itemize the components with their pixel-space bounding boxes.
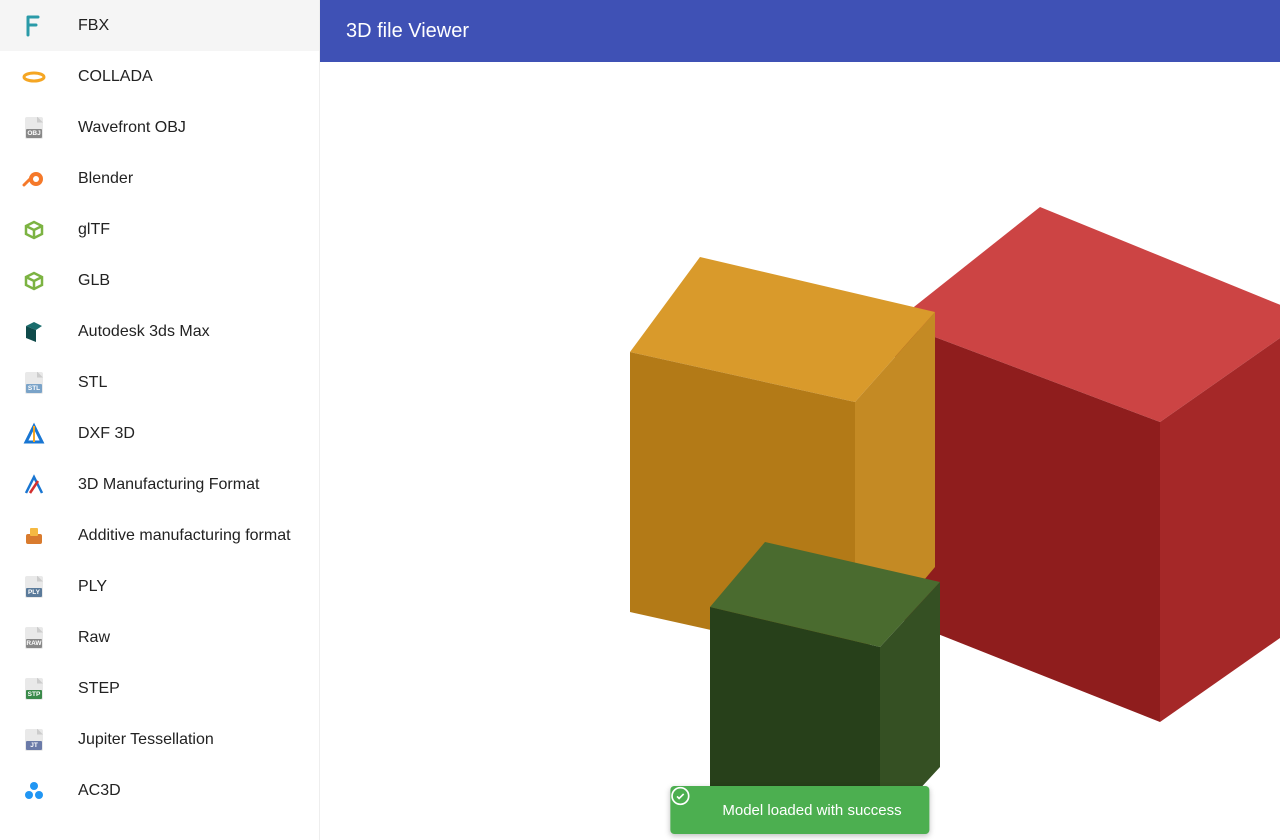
sidebar-item-wavefront-obj[interactable]: OBJ Wavefront OBJ bbox=[0, 102, 319, 153]
gltf-icon bbox=[18, 265, 50, 297]
step-icon: STP bbox=[18, 673, 50, 705]
sidebar-item-additive-manufacturing-format[interactable]: Additive manufacturing format bbox=[0, 510, 319, 561]
sidebar-item-label: 3D Manufacturing Format bbox=[78, 476, 259, 494]
sidebar-item-label: Jupiter Tessellation bbox=[78, 731, 214, 749]
sidebar-item-label: AC3D bbox=[78, 782, 121, 800]
sidebar-item-gltf[interactable]: glTF bbox=[0, 204, 319, 255]
obj-icon: OBJ bbox=[18, 112, 50, 144]
ply-icon: PLY bbox=[18, 571, 50, 603]
3ds-icon bbox=[18, 316, 50, 348]
app-title: 3D file Viewer bbox=[346, 20, 469, 43]
collada-icon bbox=[18, 61, 50, 93]
sidebar-item-autodesk-3ds-max[interactable]: Autodesk 3ds Max bbox=[0, 306, 319, 357]
status-toast: Model loaded with success bbox=[670, 786, 929, 834]
blender-icon bbox=[18, 163, 50, 195]
fbx-icon bbox=[18, 10, 50, 42]
sidebar-item-ply[interactable]: PLY PLY bbox=[0, 561, 319, 612]
app-header: 3D file Viewer bbox=[320, 0, 1280, 62]
sidebar-item-fbx[interactable]: FBX bbox=[0, 0, 319, 51]
main: 3D file Viewer bbox=[320, 0, 1280, 840]
sidebar-item-step[interactable]: STP STEP bbox=[0, 663, 319, 714]
check-circle-icon bbox=[688, 800, 708, 820]
jt-icon: JT bbox=[18, 724, 50, 756]
raw-icon: RAW bbox=[18, 622, 50, 654]
toast-message: Model loaded with success bbox=[722, 802, 901, 819]
sidebar-item-jupiter-tessellation[interactable]: JT Jupiter Tessellation bbox=[0, 714, 319, 765]
sidebar-item-label: STL bbox=[78, 374, 107, 392]
sidebar-item-label: FBX bbox=[78, 17, 109, 35]
sidebar-item-label: Blender bbox=[78, 170, 133, 188]
stl-icon: STL bbox=[18, 367, 50, 399]
dxf-icon bbox=[18, 418, 50, 450]
ac3d-icon bbox=[18, 775, 50, 807]
sidebar-item-blender[interactable]: Blender bbox=[0, 153, 319, 204]
sidebar-item-label: Autodesk 3ds Max bbox=[78, 323, 210, 341]
sidebar[interactable]: FBX COLLADA OBJ Wavefront OBJ Blender glTF GLB… bbox=[0, 0, 320, 840]
sidebar-item-glb[interactable]: GLB bbox=[0, 255, 319, 306]
viewport-3d[interactable]: Model loaded with success bbox=[320, 62, 1280, 840]
sidebar-item-label: PLY bbox=[78, 578, 107, 596]
3mf-icon bbox=[18, 469, 50, 501]
sidebar-item-dxf-3d[interactable]: DXF 3D bbox=[0, 408, 319, 459]
gltf-icon bbox=[18, 214, 50, 246]
sidebar-item-label: COLLADA bbox=[78, 68, 153, 86]
sidebar-item-label: Raw bbox=[78, 629, 110, 647]
cube-red bbox=[895, 207, 1280, 722]
sidebar-item-label: STEP bbox=[78, 680, 120, 698]
sidebar-item-label: glTF bbox=[78, 221, 110, 239]
sidebar-item-label: GLB bbox=[78, 272, 110, 290]
sidebar-item-label: DXF 3D bbox=[78, 425, 135, 443]
sidebar-item-3d-manufacturing-format[interactable]: 3D Manufacturing Format bbox=[0, 459, 319, 510]
amf-icon bbox=[18, 520, 50, 552]
sidebar-item-stl[interactable]: STL STL bbox=[0, 357, 319, 408]
sidebar-item-label: Wavefront OBJ bbox=[78, 119, 186, 137]
sidebar-item-collada[interactable]: COLLADA bbox=[0, 51, 319, 102]
sidebar-item-raw[interactable]: RAW Raw bbox=[0, 612, 319, 663]
sidebar-item-ac3d[interactable]: AC3D bbox=[0, 765, 319, 816]
sidebar-item-label: Additive manufacturing format bbox=[78, 527, 291, 545]
